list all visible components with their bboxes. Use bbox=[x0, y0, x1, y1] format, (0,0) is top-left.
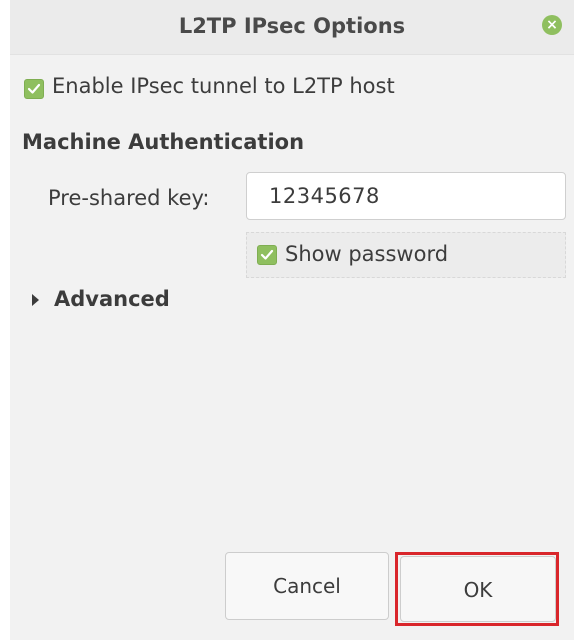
pre-shared-key-input[interactable]: 12345678 bbox=[246, 172, 566, 220]
close-icon: × bbox=[546, 17, 558, 33]
l2tp-ipsec-options-dialog: L2TP IPsec Options × Enable IPsec tunnel… bbox=[10, 0, 574, 640]
cancel-button[interactable]: Cancel bbox=[225, 552, 389, 620]
pre-shared-key-value: 12345678 bbox=[269, 184, 380, 208]
pre-shared-key-label: Pre-shared key: bbox=[48, 186, 210, 210]
checkmark-icon bbox=[260, 249, 274, 260]
advanced-label[interactable]: Advanced bbox=[54, 287, 170, 311]
show-password-row[interactable]: Show password bbox=[246, 232, 566, 278]
checkmark-icon bbox=[27, 83, 41, 94]
expander-arrow-icon bbox=[32, 294, 39, 306]
machine-authentication-heading: Machine Authentication bbox=[22, 130, 305, 154]
show-password-checkbox[interactable] bbox=[257, 245, 277, 265]
ok-button[interactable]: OK bbox=[400, 556, 556, 622]
show-password-label[interactable]: Show password bbox=[285, 242, 448, 266]
close-button[interactable]: × bbox=[542, 15, 562, 35]
enable-ipsec-label[interactable]: Enable IPsec tunnel to L2TP host bbox=[52, 74, 395, 98]
title-bar: L2TP IPsec Options × bbox=[10, 0, 574, 55]
enable-ipsec-checkbox[interactable] bbox=[24, 79, 44, 99]
dialog-title: L2TP IPsec Options bbox=[178, 14, 406, 38]
